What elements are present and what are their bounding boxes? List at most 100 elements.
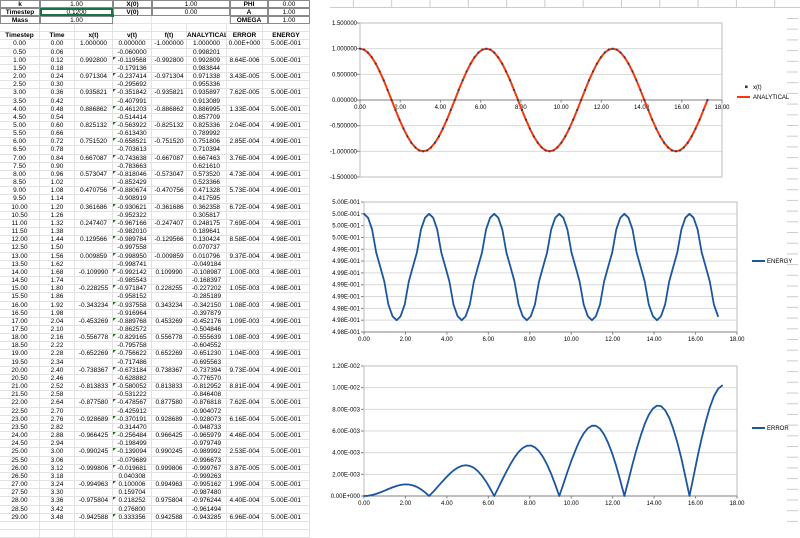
table-cell[interactable]: 0.48 [40,105,75,114]
table-cell[interactable]: 0.935821 [75,89,113,98]
table-cell[interactable]: 1.80 [40,285,75,294]
table-cell[interactable]: -1.000000 [152,40,187,49]
param-label[interactable]: Timestep [0,8,40,16]
table-cell[interactable]: 2.46 [40,374,75,384]
table-cell[interactable] [227,489,263,498]
table-cell[interactable] [263,195,310,204]
param-value[interactable]: 1.00 [268,16,310,24]
table-cell[interactable] [187,530,227,538]
table-cell[interactable]: -0.997558 [113,244,152,253]
table-cell[interactable]: 0.90 [40,162,75,171]
table-cell[interactable]: 1.32 [40,219,75,229]
table-cell[interactable] [152,521,187,530]
table-cell[interactable]: -0.825132 [152,122,187,131]
table-cell[interactable]: -0.470756 [152,187,187,196]
table-cell[interactable] [227,423,263,433]
table-cell[interactable]: 0.333356 [113,513,152,522]
table-cell[interactable]: -0.976244 [187,497,227,506]
table-cell[interactable]: 1.00 [0,56,40,65]
table-cell[interactable] [75,48,113,57]
table-cell[interactable]: 28.00 [0,497,40,506]
table-cell[interactable] [263,423,310,433]
table-cell[interactable]: -0.407991 [113,97,152,106]
table-cell[interactable] [227,472,263,482]
table-cell[interactable] [227,113,263,122]
table-cell[interactable]: 0.998201 [187,48,227,57]
table-cell[interactable] [152,374,187,384]
table-cell[interactable] [152,48,187,57]
table-cell[interactable]: -0.285189 [187,293,227,302]
table-cell[interactable] [152,326,187,335]
table-cell[interactable] [227,530,263,538]
table-cell[interactable] [75,113,113,122]
table-cell[interactable]: -0.504846 [187,326,227,335]
table-cell[interactable] [263,146,310,155]
table-cell[interactable]: -0.247407 [152,219,187,229]
table-cell[interactable] [75,309,113,318]
table-cell[interactable] [227,228,263,237]
table-cell[interactable]: 0.130424 [187,236,227,245]
param-label[interactable]: A [230,8,268,16]
table-cell[interactable]: 28.50 [0,505,40,514]
table-cell[interactable]: -0.237414 [113,73,152,82]
table-cell[interactable]: -0.904072 [187,407,227,416]
table-cell[interactable]: 0.667463 [187,154,227,163]
table-cell[interactable]: 6.72E-004 [227,203,263,212]
table-cell[interactable]: -0.198499 [113,440,152,449]
table-cell[interactable] [75,505,113,514]
table-cell[interactable]: 0.813833 [152,383,187,392]
table-cell[interactable] [152,211,187,220]
table-cell[interactable]: -0.658521 [113,138,152,147]
table-cell[interactable]: 0.78 [40,146,75,155]
table-cell[interactable]: 1.26 [40,211,75,220]
table-cell[interactable] [263,97,310,106]
table-cell[interactable]: -0.971304 [152,73,187,82]
table-cell[interactable] [75,326,113,335]
table-cell[interactable]: -0.228255 [75,285,113,294]
table-cell[interactable] [152,472,187,482]
table-cell[interactable] [263,260,310,269]
table-cell[interactable]: 2.34 [40,358,75,367]
table-cell[interactable]: 0.189641 [187,228,227,237]
table-cell[interactable]: 5.00E-001 [263,513,310,522]
table-cell[interactable] [263,440,310,449]
table-cell[interactable] [40,530,75,538]
table-cell[interactable]: 14.00 [0,268,40,278]
table-cell[interactable]: 4.99E-001 [263,170,310,180]
param-value[interactable]: 1.00 [152,0,230,8]
plot-area[interactable] [363,201,738,333]
param-value[interactable]: 1.00 [40,0,113,8]
table-cell[interactable] [227,244,263,253]
table-cell[interactable] [152,244,187,253]
table-cell[interactable]: -0.965979 [187,432,227,441]
table-cell[interactable] [263,48,310,57]
table-cell[interactable]: 0.453269 [152,317,187,326]
table-cell[interactable] [152,342,187,351]
table-cell[interactable]: 10.50 [0,211,40,220]
table-cell[interactable]: -0.992800 [152,56,187,65]
column-header[interactable]: ANALYTICAL [187,32,227,41]
table-cell[interactable] [227,391,263,400]
table-cell[interactable]: 0.84 [40,154,75,163]
table-cell[interactable]: 0.247407 [75,219,113,229]
table-cell[interactable]: 0.928689 [152,415,187,424]
table-cell[interactable]: -0.999806 [75,464,113,473]
table-cell[interactable]: -0.425912 [113,407,152,416]
table-cell[interactable]: -0.580052 [113,383,152,392]
chart-3[interactable]: 1.20E-002 1.00E-002 8.00E-003 6.00E-003 4.00… [331,364,790,507]
table-cell[interactable]: 1.38 [40,228,75,237]
table-cell[interactable]: -0.651230 [187,350,227,359]
table-cell[interactable] [152,423,187,433]
table-cell[interactable]: 0.040308 [113,472,152,482]
table-cell[interactable]: 4.98E-001 [263,219,310,229]
table-cell[interactable]: -0.979749 [187,440,227,449]
table-cell[interactable]: 4.99E-001 [263,366,310,375]
table-cell[interactable] [75,64,113,74]
table-cell[interactable]: 10.00 [0,203,40,212]
table-cell[interactable]: 0.070737 [187,244,227,253]
table-cell[interactable]: 0.159704 [113,489,152,498]
table-cell[interactable]: -0.049184 [187,260,227,269]
table-cell[interactable] [263,391,310,400]
table-cell[interactable]: -0.846408 [187,391,227,400]
table-cell[interactable]: 0.999806 [152,464,187,473]
